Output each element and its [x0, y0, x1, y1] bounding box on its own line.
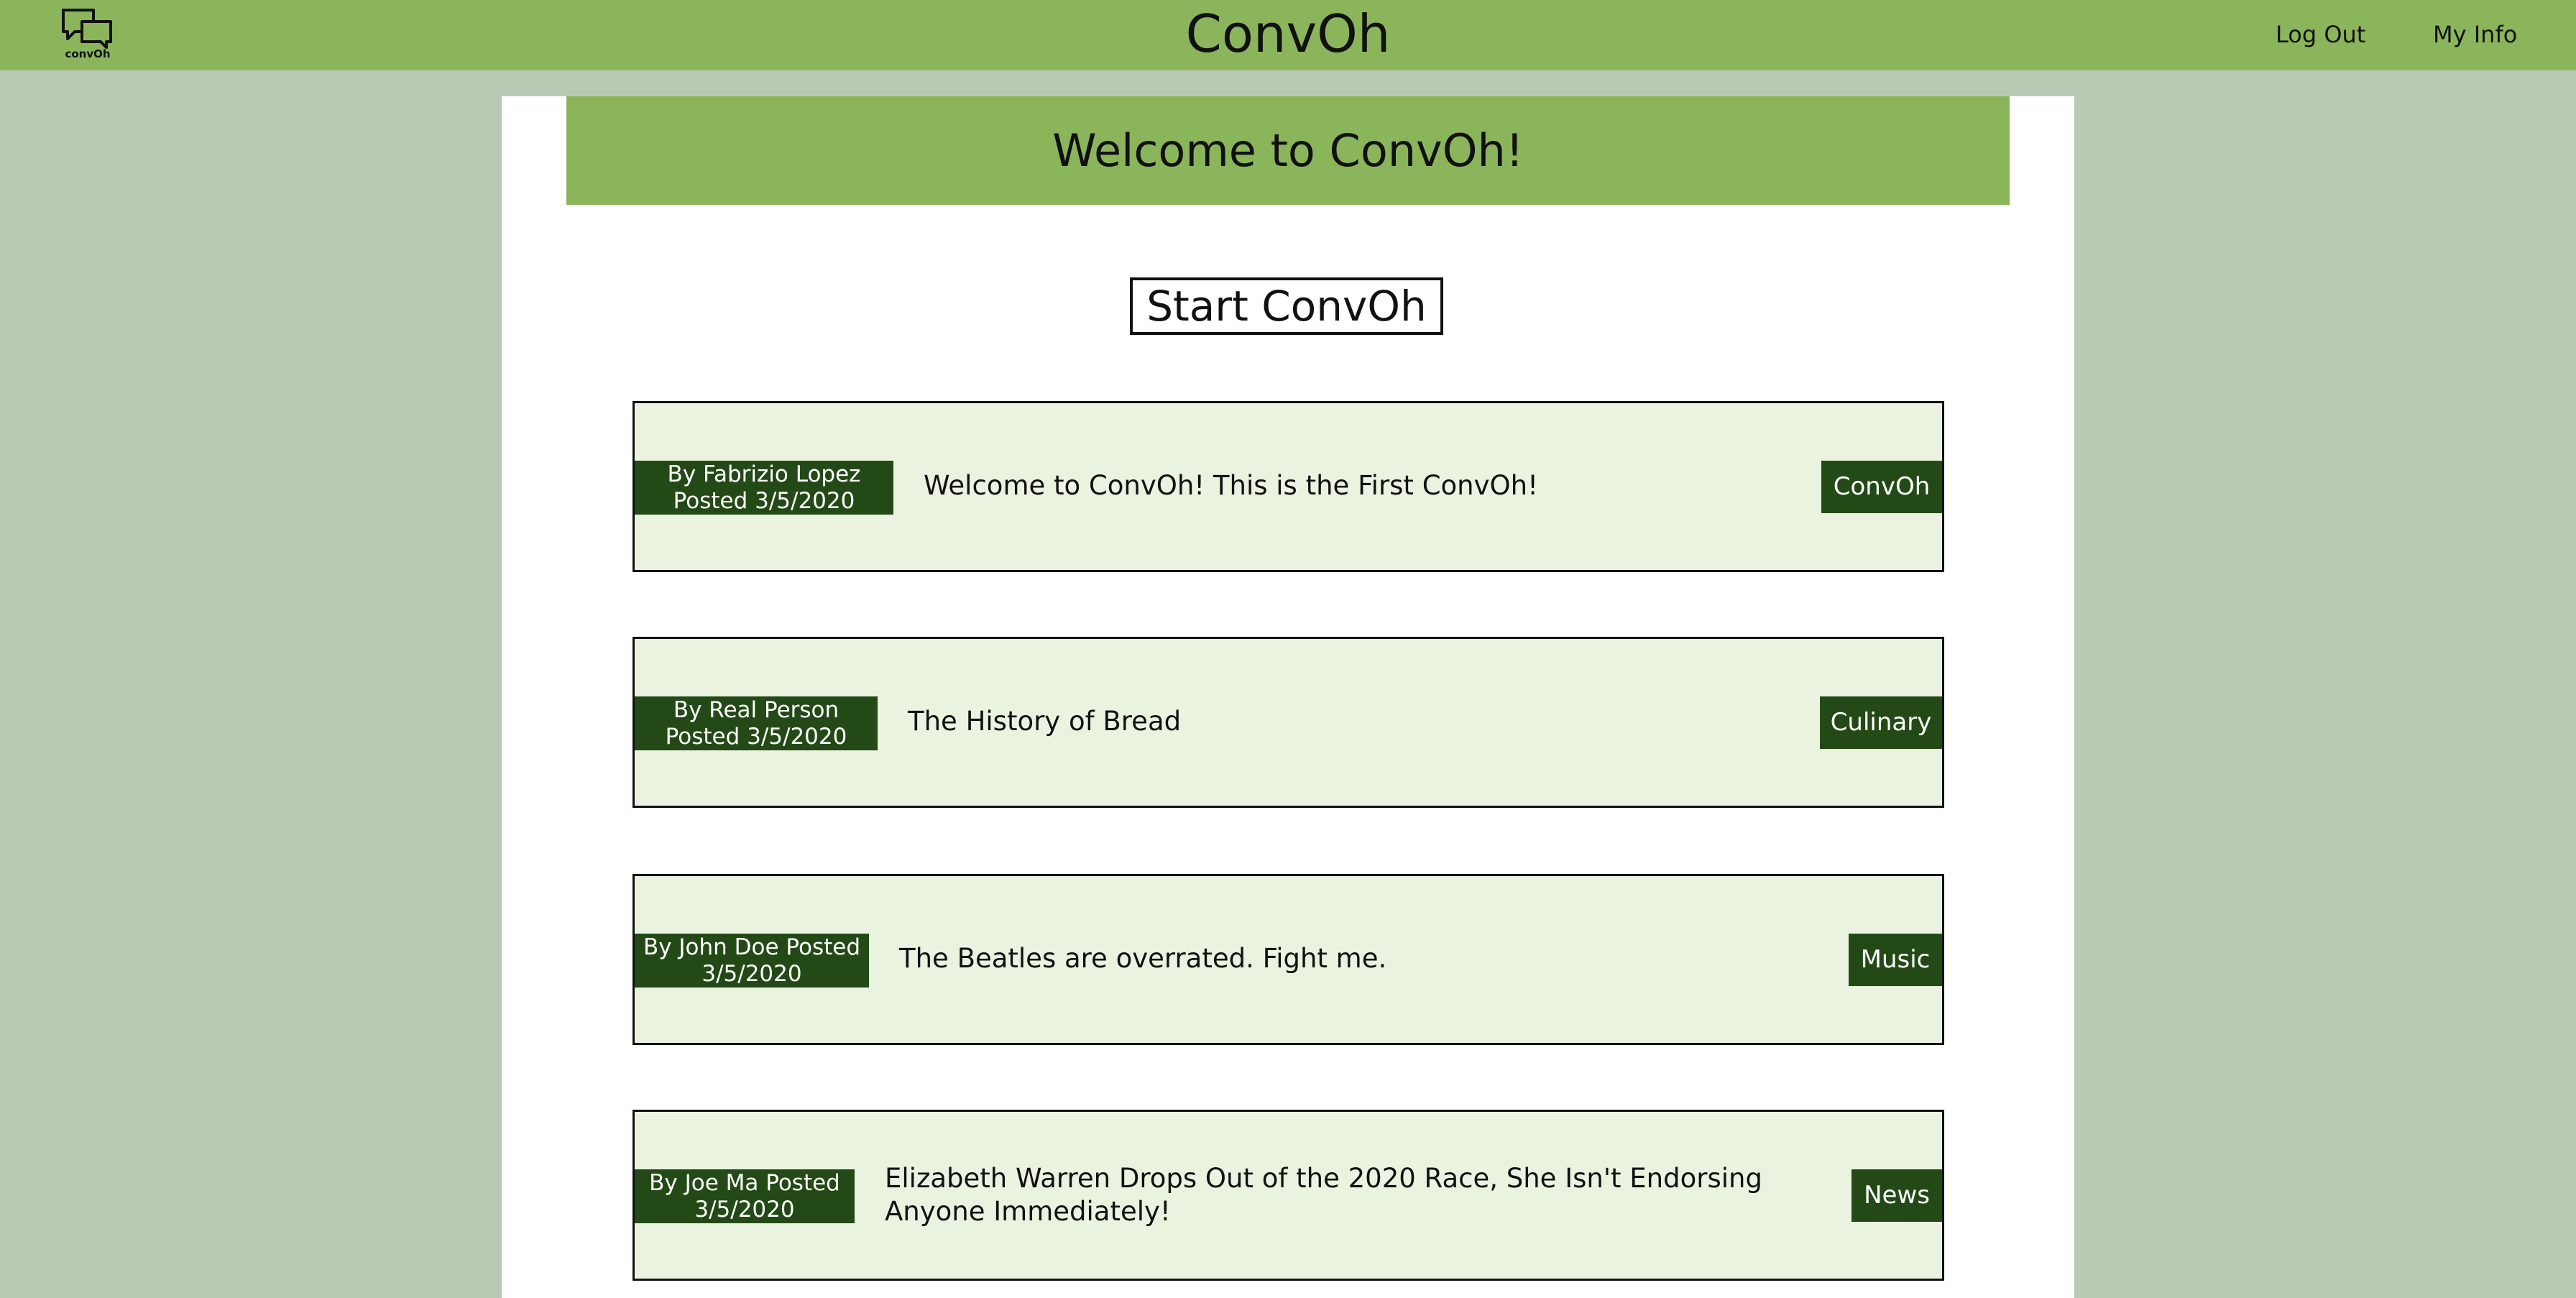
tag-badge[interactable]: News	[1852, 1169, 1942, 1222]
author-name: By John Doe Posted	[643, 934, 861, 960]
welcome-banner: Welcome to ConvOh!	[566, 96, 2010, 205]
author-badge: By Real Person Posted 3/5/2020	[635, 696, 878, 750]
start-convoh-button[interactable]: Start ConvOh	[1130, 277, 1443, 335]
convo-card[interactable]: By John Doe Posted 3/5/2020 The Beatles …	[632, 874, 1944, 1045]
logo-text: convOh	[65, 47, 111, 60]
convo-title[interactable]: The History of Bread	[908, 705, 1181, 738]
top-navbar: convOh ConvOh Log Out My Info	[0, 0, 2576, 70]
author-name: By Joe Ma Posted	[649, 1170, 840, 1196]
author-badge: By John Doe Posted 3/5/2020	[635, 934, 869, 988]
author-name: By Fabrizio Lopez	[667, 461, 861, 487]
author-name: By Real Person	[673, 697, 840, 723]
convo-title[interactable]: Welcome to ConvOh! This is the First Con…	[924, 469, 1538, 502]
author-badge: By Joe Ma Posted 3/5/2020	[635, 1169, 855, 1223]
convo-card[interactable]: By Real Person Posted 3/5/2020 The Histo…	[632, 637, 1944, 808]
post-date: 3/5/2020	[694, 1197, 795, 1223]
convo-card[interactable]: By Joe Ma Posted 3/5/2020 Elizabeth Warr…	[632, 1110, 1944, 1281]
convo-title[interactable]: Elizabeth Warren Drops Out of the 2020 R…	[885, 1162, 1762, 1228]
logo[interactable]: convOh	[60, 7, 115, 60]
tag-badge[interactable]: Culinary	[1820, 696, 1942, 749]
chat-bubbles-icon	[62, 9, 112, 49]
author-badge: By Fabrizio Lopez Posted 3/5/2020	[635, 461, 893, 515]
post-date: 3/5/2020	[702, 961, 802, 987]
my-info-link[interactable]: My Info	[2433, 19, 2517, 50]
post-date: Posted 3/5/2020	[665, 724, 847, 750]
logout-link[interactable]: Log Out	[2276, 19, 2365, 50]
tag-badge[interactable]: Music	[1849, 934, 1942, 986]
tag-badge[interactable]: ConvOh	[1821, 461, 1942, 513]
main-panel: Welcome to ConvOh! Start ConvOh By Fabri…	[502, 96, 2074, 1298]
convo-title-line: Anyone Immediately!	[885, 1196, 1171, 1227]
convo-title-line: Elizabeth Warren Drops Out of the 2020 R…	[885, 1163, 1762, 1194]
convo-card[interactable]: By Fabrizio Lopez Posted 3/5/2020 Welcom…	[632, 401, 1944, 572]
convo-title[interactable]: The Beatles are overrated. Fight me.	[899, 942, 1386, 975]
brand-title: ConvOh	[1185, 4, 1391, 64]
post-date: Posted 3/5/2020	[673, 488, 855, 514]
